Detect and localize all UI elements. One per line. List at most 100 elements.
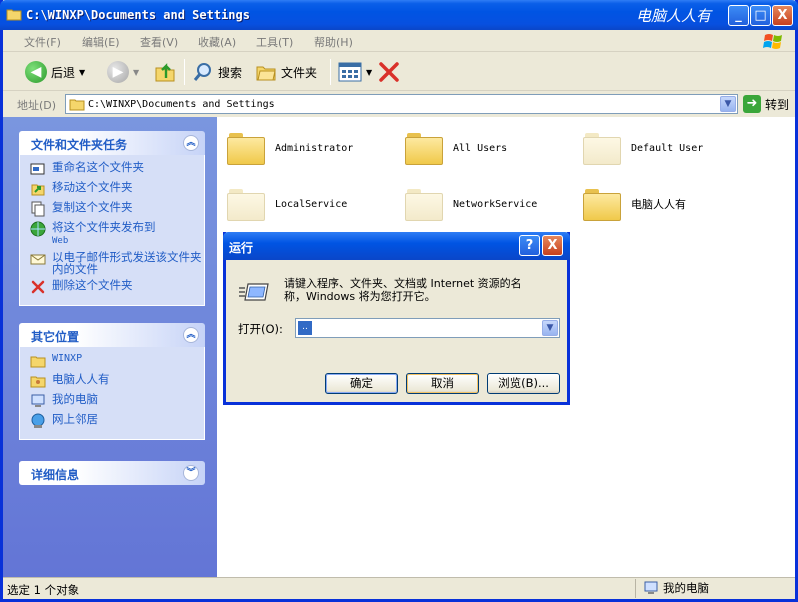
collapse-chevron-icon[interactable]: ︽	[183, 327, 199, 343]
task-move-folder[interactable]: 移动这个文件夹	[30, 181, 204, 197]
file-folder-tasks-panel: 文件和文件夹任务 ︽ 重命名这个文件夹 移动这个文件夹 复制这个文件夹 将这个文…	[19, 131, 205, 306]
details-panel-header[interactable]: 详细信息 ︾	[19, 461, 205, 485]
folder-item[interactable]: LocalService	[227, 187, 347, 221]
menu-bar: 文件(F) 编辑(E) 查看(V) 收藏(A) 工具(T) 帮助(H)	[3, 30, 795, 52]
open-label: 打开(O):	[238, 322, 283, 336]
move-icon	[31, 184, 45, 196]
menu-file[interactable]: 文件(F)	[24, 34, 61, 50]
status-bar: 选定 1 个对象 我的电脑	[3, 577, 795, 599]
places-panel-header[interactable]: 其它位置 ︽	[19, 323, 205, 347]
task-email-files[interactable]: 以电子邮件形式发送该文件夹内的文件	[30, 251, 204, 275]
status-location: 我的电脑	[643, 580, 709, 596]
menu-tools[interactable]: 工具(T)	[256, 34, 293, 50]
place-winxp[interactable]: WINXP	[30, 353, 204, 369]
search-icon	[193, 63, 211, 81]
folder-item[interactable]: All Users	[405, 131, 507, 165]
delete-x-icon	[31, 280, 45, 294]
back-arrow-icon: ◀	[25, 61, 47, 83]
ok-button[interactable]: 确定	[325, 373, 398, 394]
address-label: 地址(D)	[17, 99, 57, 112]
up-folder-button[interactable]	[153, 59, 177, 85]
task-copy-folder[interactable]: 复制这个文件夹	[30, 201, 204, 217]
menu-view[interactable]: 查看(V)	[140, 34, 178, 50]
folder-item[interactable]: Administrator	[227, 131, 353, 165]
status-selection: 选定 1 个对象	[7, 583, 80, 597]
task-pane: 文件和文件夹任务 ︽ 重命名这个文件夹 移动这个文件夹 复制这个文件夹 将这个文…	[3, 117, 217, 577]
open-combobox[interactable]: .. ▼	[295, 318, 560, 338]
task-rename-folder[interactable]: 重命名这个文件夹	[30, 161, 204, 177]
place-network[interactable]: 网上邻居	[30, 413, 204, 429]
menu-edit[interactable]: 编辑(E)	[82, 34, 120, 50]
cancel-button[interactable]: 取消	[406, 373, 479, 394]
folders-button[interactable]: 文件夹	[255, 59, 317, 85]
run-dialog-title: 运行	[229, 241, 254, 255]
minimize-button[interactable]: _	[728, 5, 749, 26]
maximize-button[interactable]: □	[750, 5, 771, 26]
computer-icon	[644, 581, 658, 594]
folder-icon	[69, 99, 85, 111]
open-value: ..	[298, 321, 312, 335]
details-panel-title: 详细信息	[31, 468, 80, 482]
place-user-folder[interactable]: 电脑人人有	[30, 373, 204, 389]
run-program-icon	[239, 283, 269, 301]
folders-label: 文件夹	[281, 65, 318, 80]
folder-icon	[227, 187, 265, 221]
back-dropdown-icon[interactable]: ▼	[79, 68, 85, 77]
windows-logo-icon	[763, 34, 782, 49]
task-delete-folder[interactable]: 删除这个文件夹	[30, 279, 204, 295]
copy-icon	[31, 201, 45, 217]
forward-arrow-icon: ▶	[107, 61, 129, 83]
help-button[interactable]: ?	[519, 235, 540, 256]
run-dialog-description: 请键入程序、文件夹、文档或 Internet 资源的名 称，Windows 将为…	[284, 277, 522, 303]
globe-icon	[30, 221, 46, 237]
address-input[interactable]: C:\WINXP\Documents and Settings ▼	[65, 94, 738, 114]
menu-help[interactable]: 帮助(H)	[314, 34, 353, 50]
search-label: 搜索	[218, 65, 243, 80]
search-button[interactable]: 搜索	[192, 59, 242, 85]
rename-icon	[30, 163, 45, 175]
folder-item[interactable]: 电脑人人有	[583, 187, 686, 221]
up-folder-icon	[155, 63, 175, 82]
dialog-close-button[interactable]: X	[542, 235, 563, 256]
folder-item[interactable]: NetworkService	[405, 187, 537, 221]
window-title: C:\WINXP\Documents and Settings	[26, 8, 250, 22]
email-icon	[30, 254, 46, 265]
views-dropdown-icon[interactable]: ▼	[366, 68, 372, 77]
close-button[interactable]: X	[772, 5, 793, 26]
expand-chevron-icon[interactable]: ︾	[183, 465, 199, 481]
folder-icon	[583, 131, 621, 165]
delete-button[interactable]	[377, 59, 401, 85]
tasks-panel-body: 重命名这个文件夹 移动这个文件夹 复制这个文件夹 将这个文件夹发布到 Web 以电…	[19, 155, 205, 306]
folder-item[interactable]: Default User	[583, 131, 703, 165]
folder-icon	[583, 187, 621, 221]
task-publish-web[interactable]: 将这个文件夹发布到 Web	[30, 221, 204, 247]
forward-dropdown-icon[interactable]: ▼	[133, 68, 139, 77]
go-arrow-icon: ➜	[743, 95, 761, 113]
address-bar: 地址(D) C:\WINXP\Documents and Settings ▼ …	[3, 92, 795, 116]
back-button[interactable]: ◀ 后退 ▼	[25, 59, 85, 85]
computer-icon	[31, 394, 45, 407]
other-places-panel: 其它位置 ︽ WINXP 电脑人人有 我的电脑 网上邻居	[19, 323, 205, 440]
go-button[interactable]: ➜ 转到	[743, 95, 789, 113]
combobox-dropdown-icon[interactable]: ▼	[542, 320, 558, 336]
toolbar: ◀ 后退 ▼ ▶ ▼ 搜索 文件夹 ▼	[3, 53, 795, 91]
folders-icon	[256, 66, 276, 81]
forward-button[interactable]: ▶ ▼	[107, 59, 139, 85]
views-button[interactable]: ▼	[338, 59, 372, 85]
place-my-computer[interactable]: 我的电脑	[30, 393, 204, 409]
title-bar[interactable]: C:\WINXP\Documents and Settings 电脑人人有 _ …	[0, 0, 798, 30]
tasks-panel-header[interactable]: 文件和文件夹任务 ︽	[19, 131, 205, 155]
browse-button[interactable]: 浏览(B)...	[487, 373, 560, 394]
delete-x-icon	[379, 62, 399, 82]
back-label: 后退	[51, 65, 76, 80]
views-grid-icon	[338, 62, 362, 82]
address-value: C:\WINXP\Documents and Settings	[88, 99, 275, 110]
folder-icon	[6, 9, 22, 21]
menu-favorites[interactable]: 收藏(A)	[198, 34, 236, 50]
run-dialog-titlebar[interactable]: 运行 ? X	[223, 232, 570, 260]
run-dialog: 运行 ? X 请键入程序、文件夹、文档或 Internet 资源的名 称，Win…	[223, 232, 570, 405]
collapse-chevron-icon[interactable]: ︽	[183, 135, 199, 151]
folder-icon	[227, 131, 265, 165]
address-dropdown-icon[interactable]: ▼	[720, 96, 736, 112]
folder-icon	[405, 131, 443, 165]
